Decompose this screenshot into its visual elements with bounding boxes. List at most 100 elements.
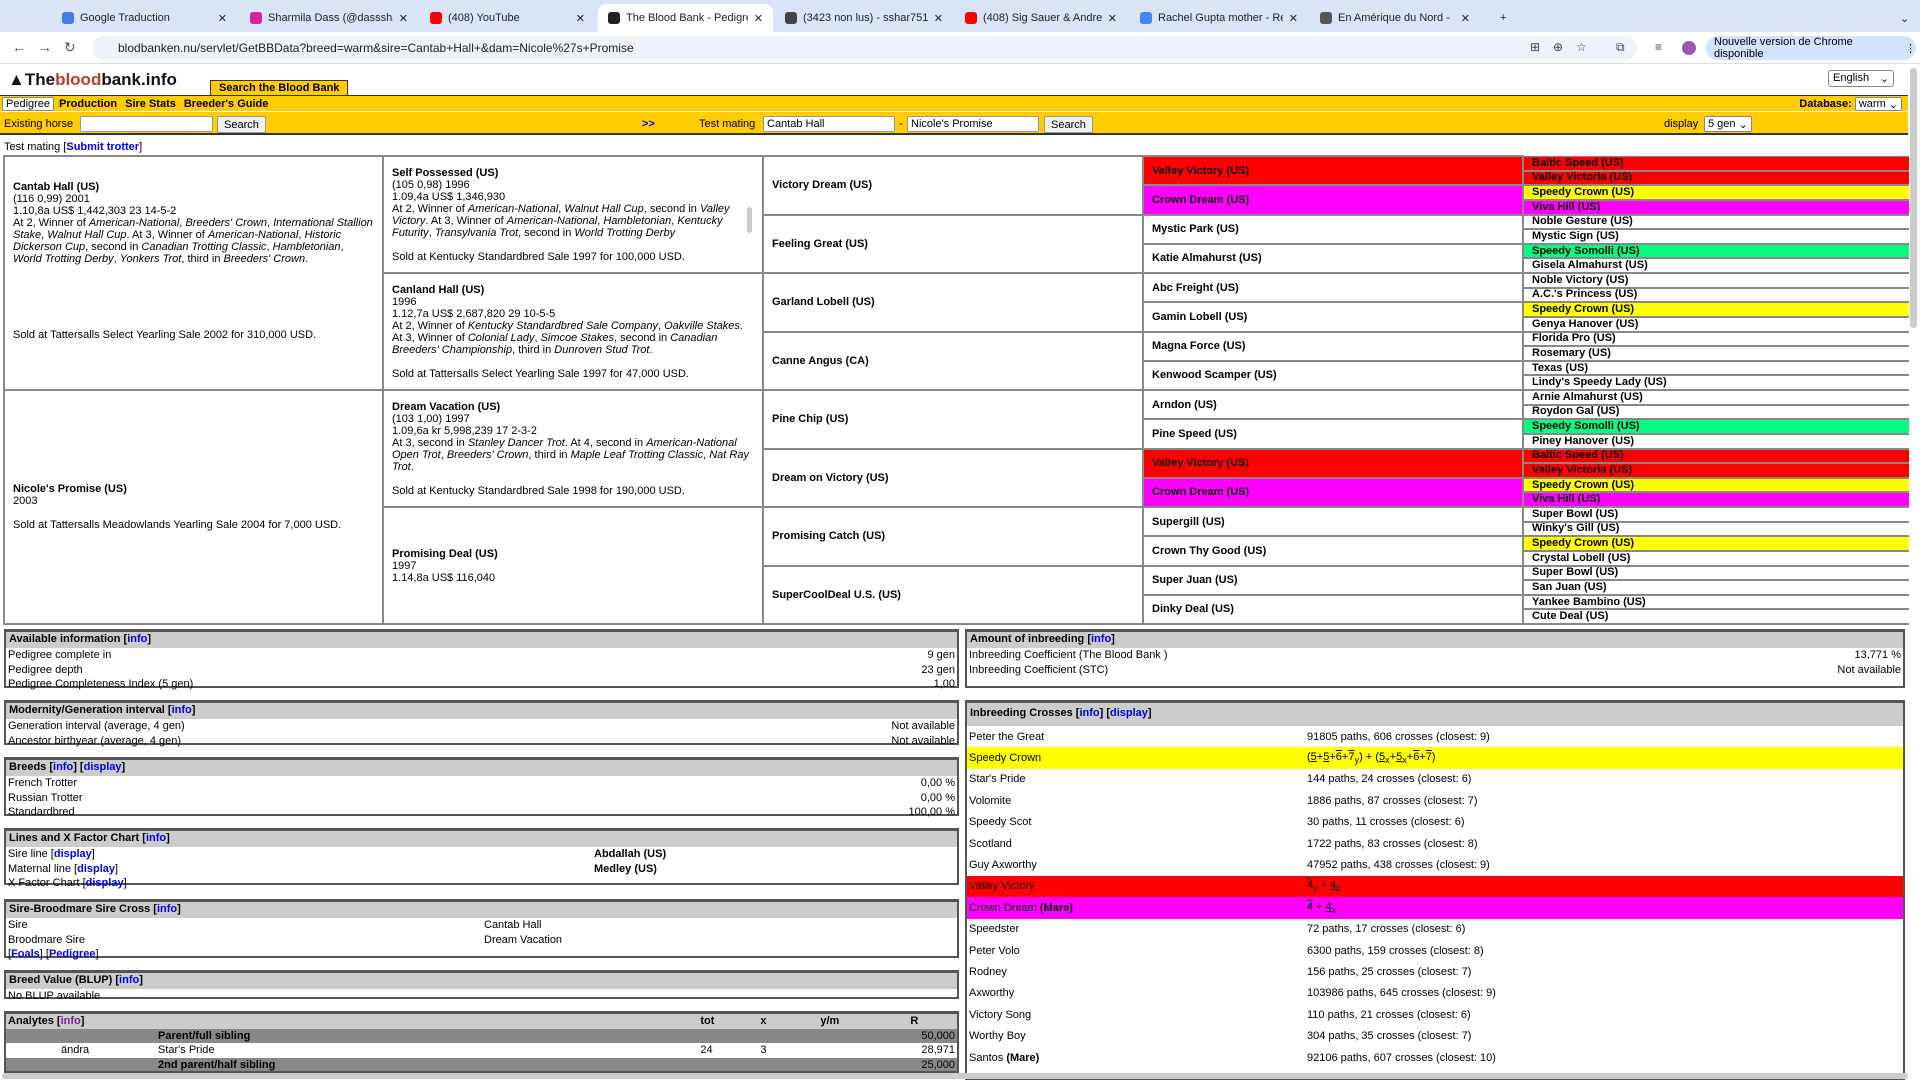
browser-tab[interactable]: (408) YouTube ✕ [420,4,595,32]
menu-sire-stats[interactable]: Sire Stats [122,98,179,110]
race-name[interactable]: Breeders' Crown [185,217,267,229]
browser-tab[interactable]: En Amérique du Nord - ✕ [1310,4,1480,32]
pedigree-cell-gen5[interactable]: Mystic Sign (US) [1522,228,1909,245]
race-name[interactable]: Canadian Trotting Classic [141,241,266,253]
browser-tab[interactable]: (3423 non lus) - sshar75116 ✕ [775,4,953,32]
pedigree-cell-gen5[interactable]: Lindy's Speedy Lady (US) [1522,374,1909,391]
pedigree-cell-gen5[interactable]: Viva Hill (US) [1522,199,1909,216]
race-name[interactable]: Breeders' Crown [447,449,529,461]
more-menu-icon[interactable]: ⋮ [1905,42,1916,55]
pedigree-cell-gen3[interactable]: Promising Catch (US) [762,506,1144,567]
pedigree-cell-gen5[interactable]: Speedy Somolli (US) [1522,418,1909,435]
horse-name[interactable]: Nicole's Promise (US) [13,483,374,495]
pedigree-cell-gen4[interactable]: Katie Almahurst (US) [1142,242,1524,275]
pedigree-cell-gen4[interactable]: Dinky Deal (US) [1142,593,1524,626]
race-name[interactable]: Walnut Hall Cup [47,229,126,241]
display-link[interactable]: display [77,863,115,875]
analyte-name[interactable]: Star's Pride [156,1043,698,1058]
browser-tab[interactable]: Rachel Gupta mother - Reche ✕ [1130,4,1308,32]
info-link[interactable]: info [119,974,139,986]
display-select[interactable]: 5 gen ⌄ [1704,116,1752,132]
pedigree-cell-gen4[interactable]: Supergill (US) [1142,505,1524,538]
zoom-icon[interactable]: ⊕ [1553,40,1563,54]
scrollbar-thumb[interactable] [747,206,752,233]
pedigree-cell-gen5[interactable]: San Juan (US) [1522,579,1909,596]
pedigree-cell-gen5[interactable]: Texas (US) [1522,360,1909,377]
pedigree-cell-gen4[interactable]: Mystic Park (US) [1142,213,1524,245]
back-icon[interactable]: ← [12,39,26,55]
pedigree-cell-gen5[interactable]: Genya Hanover (US) [1522,316,1909,333]
info-link[interactable]: info [127,633,147,645]
pedigree-cell-gen5[interactable]: Roydon Gal (US) [1522,404,1909,421]
inbreeding-cross-row[interactable]: Volomite 1886 paths, 87 crosses (closest:… [967,790,1903,811]
horizontal-scrollbar[interactable] [2,1073,1908,1079]
menu-production[interactable]: Production [56,98,120,110]
pedigree-cell-gen4[interactable]: Kenwood Scamper (US) [1142,359,1524,392]
pedigree-cell-gen5[interactable]: Florida Pro (US) [1522,331,1909,348]
inbreeding-cross-row[interactable]: Peter Volo 6300 paths, 159 crosses (close… [967,940,1903,961]
info-link[interactable]: info [61,1015,81,1027]
race-name[interactable]: Walnut Hall Cup [564,203,643,215]
inbreeding-cross-row[interactable]: Speedster 72 paths, 17 crosses (closest: … [967,919,1903,940]
display-link[interactable]: display [1110,707,1148,719]
pedigree-cell-gen5[interactable]: Noble Victory (US) [1522,272,1909,289]
site-logo[interactable]: ▲Thebloodbank.info [8,70,177,90]
search-blood-bank-tab[interactable]: Search the Blood Bank [210,80,349,96]
pedigree-cell-gen5[interactable]: Rosemary (US) [1522,345,1909,362]
close-tab-icon[interactable]: ✕ [218,12,227,25]
display-link[interactable]: display [84,761,122,773]
horse-name[interactable]: Promising Deal (US) [392,548,754,560]
display-link[interactable]: display [54,848,92,860]
inbreeding-cross-row[interactable]: Scotland 1722 paths, 83 crosses (closest:… [967,833,1903,854]
pedigree-cell-gen3[interactable]: Garland Lobell (US) [762,272,1144,333]
pedigree-cell-gen3[interactable]: Victory Dream (US) [762,155,1144,216]
info-link[interactable]: info [1091,633,1111,645]
race-name[interactable]: Colonial Lady [468,332,535,344]
race-name[interactable]: Transylvania Trot [435,227,518,239]
pedigree-cell-gen4[interactable]: Crown Dream (US) [1142,184,1524,216]
existing-horse-search-button[interactable]: Search [217,116,266,133]
inbreeding-cross-row[interactable]: Worthy Boy 304 paths, 35 crosses (closest… [967,1025,1903,1046]
race-name[interactable]: Yonkers Trot [120,253,182,265]
pedigree-cell-gen5[interactable]: Cute Deal (US) [1522,608,1909,625]
pedigree-cell-gen5[interactable]: Super Bowl (US) [1522,565,1909,582]
race-record-scroll[interactable]: At 2, Winner of American-National, Walnu… [392,203,754,239]
race-name[interactable]: Maple Leaf Trotting Classic [571,449,703,461]
info-link[interactable]: info [146,832,166,844]
inbreeding-cross-row[interactable]: Speedy Scot 30 paths, 11 crosses (closest… [967,812,1903,833]
race-name[interactable]: American-National [89,217,179,229]
pedigree-cell-gen5[interactable]: Gisela Almahurst (US) [1522,257,1909,274]
chrome-update-button[interactable]: Nouvelle version de Chrome disponible ⋮ [1706,36,1916,60]
inbreeding-cross-row[interactable]: Axworthy 103986 paths, 645 crosses (close… [967,983,1903,1004]
toggle-arrows-link[interactable]: >> [642,118,655,130]
pedigree-cell-gen5[interactable]: Valley Victoria (US) [1522,462,1909,479]
close-tab-icon[interactable]: ✕ [1108,12,1117,25]
submit-trotter-link[interactable]: Submit trotter [66,141,139,153]
horse-name[interactable]: Dream Vacation (US) [392,401,754,413]
pedigree-cell-gen5[interactable]: Baltic Speed (US) [1522,448,1909,465]
tab-list-icon[interactable]: ⌄ [1890,4,1919,32]
foals-link[interactable]: Foals [11,948,40,960]
profile-avatar[interactable] [1682,41,1696,55]
close-tab-icon[interactable]: ✕ [934,12,943,25]
existing-horse-input[interactable] [80,116,213,132]
pedigree-cell-gen3[interactable]: Feeling Great (US) [762,213,1144,274]
close-tab-icon[interactable]: ✕ [754,12,763,25]
horse-name[interactable]: Canland Hall (US) [392,284,754,296]
pedigree-cell-gen5[interactable]: Baltic Speed (US) [1522,155,1909,172]
pedigree-cell-gen5[interactable]: A.C.'s Princess (US) [1522,287,1909,304]
info-link[interactable]: info [53,761,73,773]
race-name[interactable]: Dunroven Stud Trot [554,344,649,356]
race-name[interactable]: World Trotting Derby [574,227,675,239]
display-link[interactable]: display [86,877,124,889]
new-tab-icon[interactable]: + [1490,4,1516,32]
info-link[interactable]: info [1079,707,1099,719]
pedigree-cell-gen5[interactable]: Super Bowl (US) [1522,506,1909,523]
pedigree-cell-gen4[interactable]: Magna Force (US) [1142,330,1524,362]
vertical-scrollbar[interactable] [1910,68,1917,328]
race-name[interactable]: Simcoe Stakes [541,332,614,344]
inbreeding-cross-row[interactable]: Rodney 156 paths, 25 crosses (closest: 7) [967,961,1903,982]
race-name[interactable]: Oakville Stakes [664,320,740,332]
horse-name[interactable]: Cantab Hall (US) [13,181,374,193]
pedigree-cell-gen4[interactable]: Valley Victory (US) [1142,154,1524,187]
